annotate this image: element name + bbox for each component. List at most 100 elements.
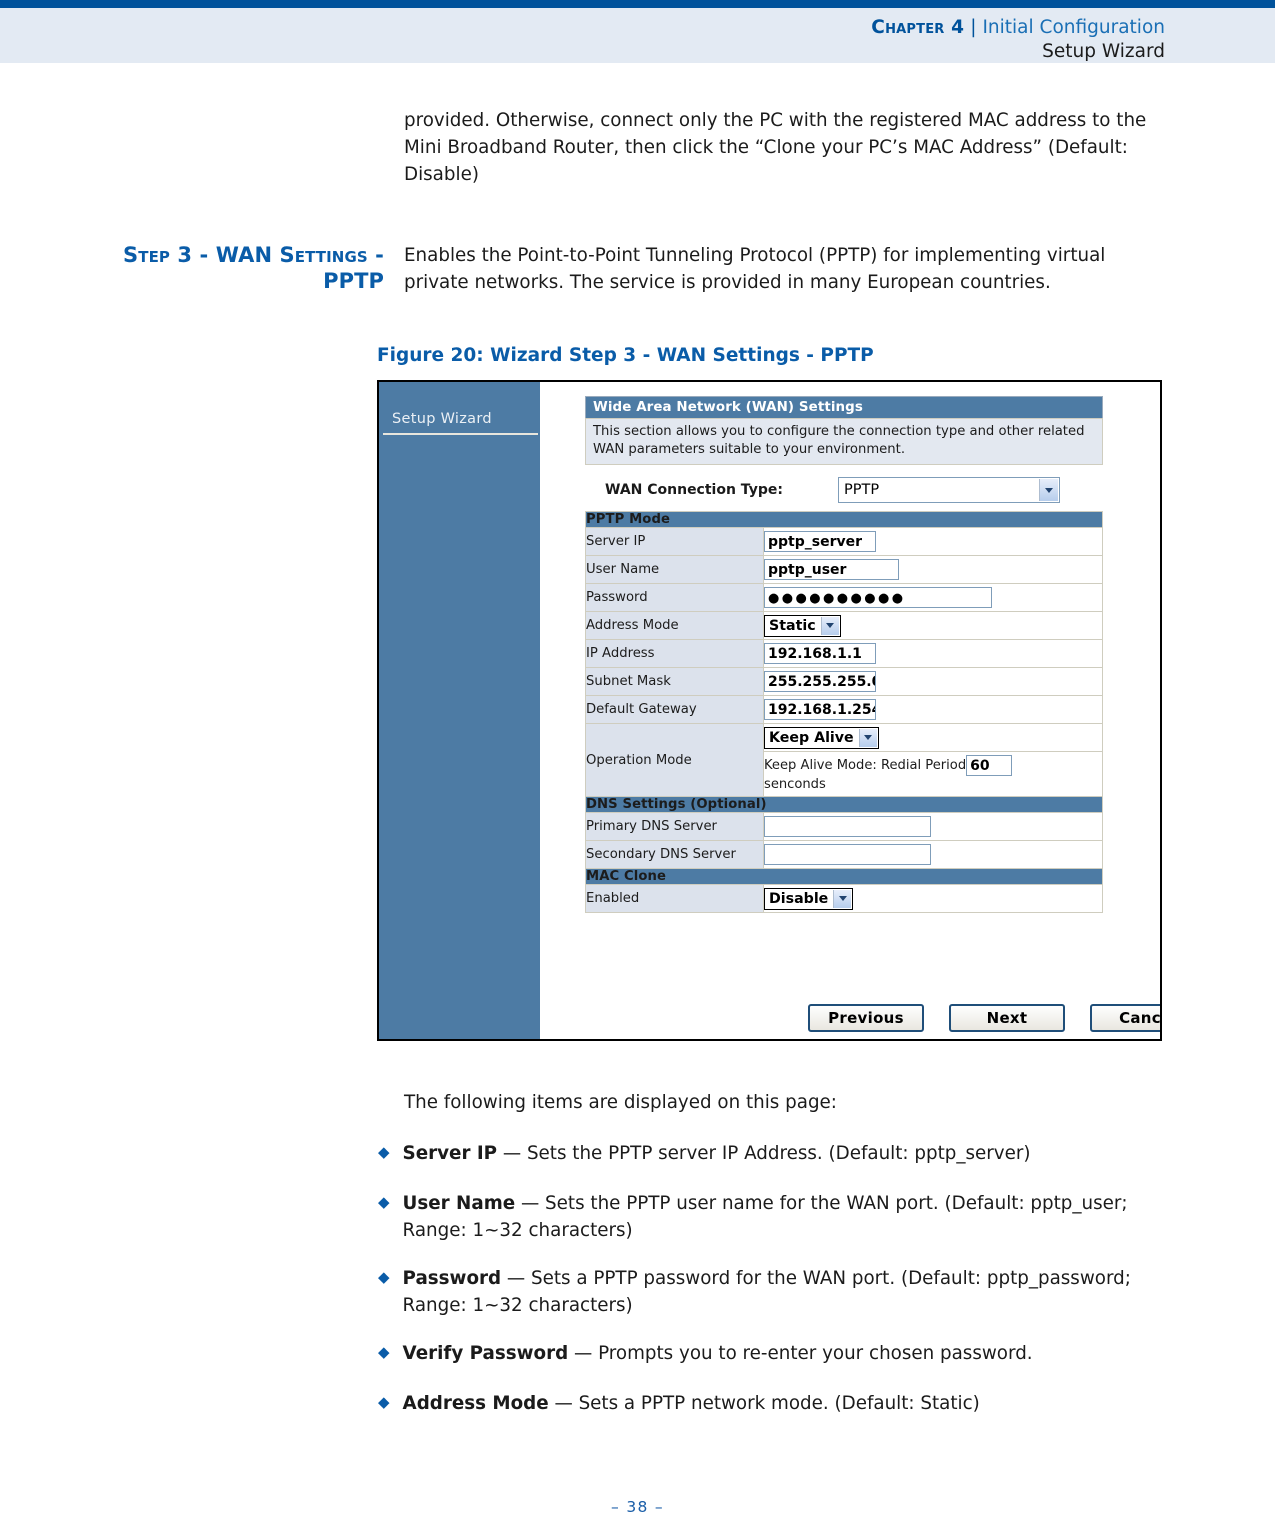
list-item-dash: — xyxy=(548,1393,579,1414)
previous-button[interactable]: Previous xyxy=(808,1004,924,1032)
page-header-text: Chapter 4 | Initial Configuration Setup Wi… xyxy=(871,16,1165,65)
cancel-button[interactable]: Cancel xyxy=(1090,1004,1160,1032)
server-ip-input[interactable]: pptp_server xyxy=(764,531,876,552)
table-row: Enabled Disable xyxy=(585,884,1103,914)
list-item-desc: Sets the PPTP server IP Address. (Defaul… xyxy=(526,1143,1031,1164)
subnet-mask-input[interactable]: 255.255.255.0 xyxy=(764,671,876,692)
wan-connection-type-value: PPTP xyxy=(844,482,880,498)
step-description-block: Enables the Point-to-Point Tunneling Pro… xyxy=(404,243,1164,297)
list-item: ◆ Password — Sets a PPTP password for th… xyxy=(378,1265,1168,1319)
sidebar-item-setup-wizard[interactable]: Setup Wizard xyxy=(392,411,492,427)
step-description: Enables the Point-to-Point Tunneling Pro… xyxy=(404,245,1106,293)
diamond-bullet-icon: ◆ xyxy=(378,1343,390,1361)
list-item-desc: Prompts you to re-enter your chosen pass… xyxy=(598,1343,1033,1364)
section-header-mac-clone: MAC Clone xyxy=(585,868,1103,886)
list-item-dash: — xyxy=(501,1268,532,1289)
server-ip-cell: pptp_server xyxy=(763,527,1103,556)
mac-clone-enabled-value: Disable xyxy=(769,890,829,907)
wan-settings-banner: Wide Area Network (WAN) Settings xyxy=(585,396,1103,419)
list-item-term: Password xyxy=(402,1268,502,1289)
mac-clone-enabled-select[interactable]: Disable xyxy=(764,887,854,910)
margin-heading-step3: Step 3 - WAN Settings - PPTP xyxy=(123,243,384,294)
subnet-mask-cell: 255.255.255.0 xyxy=(763,667,1103,696)
ip-address-cell: 192.168.1.1 xyxy=(763,639,1103,668)
user-name-cell: pptp_user xyxy=(763,555,1103,584)
wan-connection-type-label: WAN Connection Type: xyxy=(605,482,783,498)
primary-dns-label: Primary DNS Server xyxy=(585,812,764,842)
operation-mode-label: Operation Mode xyxy=(585,722,764,798)
table-row: Server IP pptp_server xyxy=(585,527,1103,556)
secondary-dns-cell xyxy=(763,840,1103,870)
list-item-term: Verify Password xyxy=(402,1343,569,1364)
mac-clone-enabled-cell: Disable xyxy=(763,884,1103,914)
chevron-down-icon xyxy=(820,616,839,635)
chevron-down-icon xyxy=(1039,479,1058,501)
table-row: Address Mode Static xyxy=(585,611,1103,640)
ip-address-input[interactable]: 192.168.1.1 xyxy=(764,643,876,664)
wizard-button-row: Previous Next Cancel xyxy=(808,1004,1160,1032)
keep-alive-period-input[interactable]: 60 xyxy=(966,755,1013,776)
address-mode-label: Address Mode xyxy=(585,611,764,640)
chevron-down-icon xyxy=(858,728,877,747)
secondary-dns-label: Secondary DNS Server xyxy=(585,840,764,870)
table-row: Password ●●●●●●●●●● xyxy=(585,583,1103,612)
table-row: Primary DNS Server xyxy=(585,812,1103,842)
secondary-dns-input[interactable] xyxy=(764,844,931,866)
list-item: ◆ Verify Password — Prompts you to re-en… xyxy=(378,1340,1168,1367)
diamond-bullet-icon: ◆ xyxy=(378,1193,390,1211)
intro-paragraph: provided. Otherwise, connect only the PC… xyxy=(404,110,1147,185)
wizard-main-panel: Wide Area Network (WAN) Settings This se… xyxy=(540,382,1160,1039)
operation-mode-value: Keep Alive xyxy=(769,729,854,746)
list-item-text: Address Mode — Sets a PPTP network mode.… xyxy=(403,1390,980,1417)
keep-alive-note-wrap: Keep Alive Mode: Redial Period 60 sencond… xyxy=(764,752,1102,796)
list-item-term: Server IP xyxy=(402,1143,498,1164)
list-item-text: Password — Sets a PPTP password for the … xyxy=(403,1265,1168,1319)
address-mode-select[interactable]: Static xyxy=(764,614,841,637)
list-item-term: User Name xyxy=(402,1193,516,1214)
list-item: ◆ Server IP — Sets the PPTP server IP Ad… xyxy=(378,1140,1168,1167)
table-row: Default Gateway 192.168.1.254 xyxy=(585,695,1103,724)
list-item-desc: Sets a PPTP network mode. (Default: Stat… xyxy=(578,1393,980,1414)
chevron-down-icon xyxy=(833,889,852,908)
following-items-block: The following items are displayed on thi… xyxy=(404,1090,1164,1117)
diamond-bullet-icon: ◆ xyxy=(378,1143,390,1161)
list-item-dash: — xyxy=(497,1143,527,1164)
table-section-row: DNS Settings (Optional) xyxy=(585,796,1103,814)
operation-mode-select[interactable]: Keep Alive xyxy=(764,726,879,749)
sidebar-divider xyxy=(383,433,538,435)
server-ip-label: Server IP xyxy=(585,527,764,556)
figure-caption: Figure 20: Wizard Step 3 - WAN Settings … xyxy=(377,345,874,366)
table-row: Operation Mode Keep Alive xyxy=(585,722,1103,798)
list-item: ◆ User Name — Sets the PPTP user name fo… xyxy=(378,1190,1168,1244)
user-name-input[interactable]: pptp_user xyxy=(764,559,899,580)
table-row: Subnet Mask 255.255.255.0 xyxy=(585,667,1103,696)
keep-alive-cell: Keep Alive Mode: Redial Period 60 sencond… xyxy=(763,750,1103,798)
diamond-bullet-icon: ◆ xyxy=(378,1393,390,1411)
mac-clone-enabled-label: Enabled xyxy=(585,884,764,914)
chapter-label: Chapter 4 xyxy=(871,17,965,38)
address-mode-cell: Static xyxy=(763,611,1103,640)
table-section-row: MAC Clone xyxy=(585,868,1103,886)
subnet-mask-label: Subnet Mask xyxy=(585,667,764,696)
default-gateway-input[interactable]: 192.168.1.254 xyxy=(764,699,876,720)
ip-address-label: IP Address xyxy=(585,639,764,668)
wizard-sidebar-lower xyxy=(379,840,536,1039)
wan-connection-type-select[interactable]: PPTP xyxy=(838,477,1060,503)
default-gateway-cell: 192.168.1.254 xyxy=(763,695,1103,724)
table-row: Secondary DNS Server xyxy=(585,840,1103,870)
list-item-dash: — xyxy=(515,1193,546,1214)
default-gateway-label: Default Gateway xyxy=(585,695,764,724)
password-input[interactable]: ●●●●●●●●●● xyxy=(764,587,992,608)
next-button[interactable]: Next xyxy=(949,1004,1065,1032)
diamond-bullet-icon: ◆ xyxy=(378,1268,390,1286)
user-name-label: User Name xyxy=(585,555,764,584)
wan-settings-description: This section allows you to configure the… xyxy=(585,418,1103,465)
list-item-dash: — xyxy=(568,1343,599,1364)
table-row: IP Address 192.168.1.1 xyxy=(585,639,1103,668)
password-label: Password xyxy=(585,583,764,612)
following-items-line: The following items are displayed on thi… xyxy=(404,1092,837,1113)
primary-dns-input[interactable] xyxy=(764,816,931,838)
keep-alive-note-label: Keep Alive Mode: Redial Period xyxy=(764,758,967,773)
list-item-text: User Name — Sets the PPTP user name for … xyxy=(403,1190,1168,1244)
header-chapter-line: Chapter 4 | Initial Configuration xyxy=(871,16,1165,40)
